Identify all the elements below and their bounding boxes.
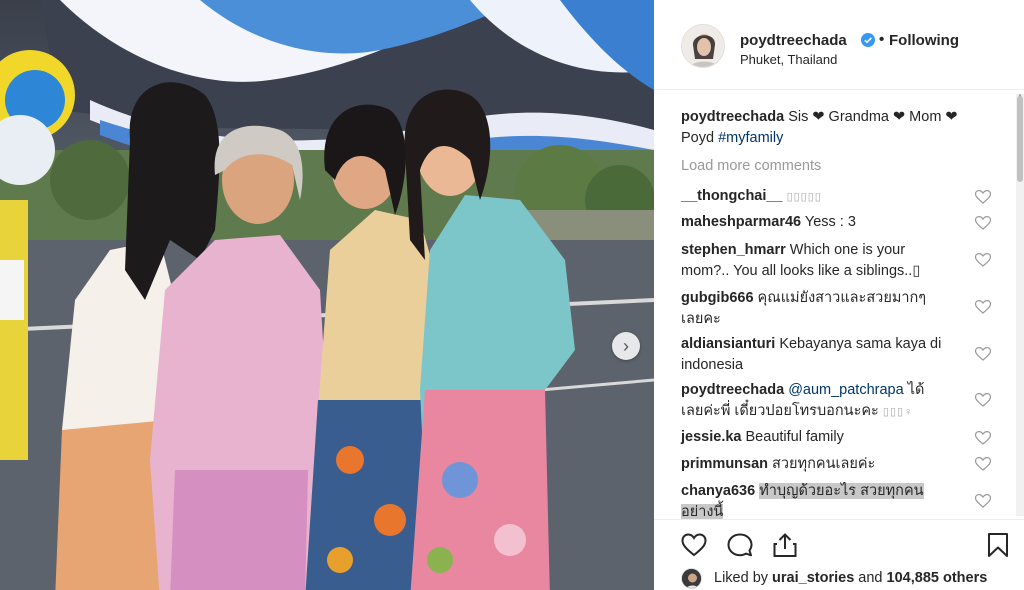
comment-username[interactable]: primmunsan xyxy=(681,456,768,472)
likes-text: Liked by urai_stories and 104,885 others xyxy=(714,570,987,586)
comment-like-heart-icon[interactable] xyxy=(975,190,991,204)
comment-like-heart-icon[interactable] xyxy=(975,216,991,230)
post-header: poydtreechada • Following Phuket, Thaila… xyxy=(654,0,1024,90)
comment-text-line2-selected: อย่างนี้ xyxy=(681,504,724,520)
likes-summary: Liked by urai_stories and 104,885 others xyxy=(681,568,1016,590)
comment-text: Which one is your xyxy=(789,242,906,258)
comment-like-heart-icon[interactable] xyxy=(975,300,991,314)
likes-and: and xyxy=(858,570,883,586)
post-author-username[interactable]: poydtreechada xyxy=(740,32,847,49)
post-photo[interactable]: › xyxy=(0,0,654,590)
separator-dot: • xyxy=(879,31,885,48)
comment-text: Beautiful family xyxy=(745,429,844,445)
comment-text-line2: indonesia xyxy=(681,357,744,373)
comment-text-line2: mom?.. You all looks like a siblings..▯ xyxy=(681,263,921,279)
load-more-comments-button[interactable]: Load more comments xyxy=(681,158,821,174)
liker-username[interactable]: urai_stories xyxy=(772,570,854,586)
caption-hashtag[interactable]: #myfamily xyxy=(718,130,783,146)
caption-username[interactable]: poydtreechada xyxy=(681,109,784,125)
comment-item: poydtreechada @aum_patchrapa ได้ เลยค่ะพ… xyxy=(681,380,981,423)
comment-username[interactable]: jessie.ka xyxy=(681,429,741,445)
post-caption: poydtreechada Sis ❤ Grandma ❤ Mom ❤ Poyd… xyxy=(681,107,981,149)
comment-like-heart-icon[interactable] xyxy=(975,494,991,508)
comment-username[interactable]: poydtreechada xyxy=(681,382,784,398)
comment-emoji-glyphs: ▯▯▯♀ xyxy=(882,406,914,418)
comment-icon[interactable] xyxy=(727,532,753,558)
comment-item: stephen_hmarr Which one is your mom?.. Y… xyxy=(681,240,981,282)
comment-like-heart-icon[interactable] xyxy=(975,393,991,407)
comment-text: สวยทุกคนเลยค่ะ xyxy=(772,456,876,472)
action-bar xyxy=(654,519,1024,567)
caption-text-line2: Poyd xyxy=(681,130,715,146)
comment-like-heart-icon[interactable] xyxy=(975,431,991,445)
comment-text-line2: เลยค่ะพี่ เดี๋ยวปอยโทรบอกนะคะ xyxy=(681,403,879,419)
comment-username[interactable]: aldiansianturi xyxy=(681,336,775,352)
share-icon[interactable] xyxy=(772,532,798,558)
comment-like-heart-icon[interactable] xyxy=(975,253,991,267)
profile-avatar[interactable] xyxy=(681,24,725,68)
comment-text-line2: เลยคะ xyxy=(681,311,721,327)
liker-avatar[interactable] xyxy=(681,568,702,589)
comment-item: jessie.ka Beautiful family xyxy=(681,427,981,448)
verified-badge-icon xyxy=(861,33,875,47)
comment-text: ได้ xyxy=(907,382,925,398)
post-location[interactable]: Phuket, Thailand xyxy=(740,52,837,67)
comment-text: Kebayanya sama kaya di xyxy=(779,336,942,352)
comment-username[interactable]: chanya636 xyxy=(681,483,755,499)
comment-username[interactable]: maheshparmar46 xyxy=(681,214,801,230)
family-photo-illustration xyxy=(0,0,654,590)
comment-text: คุณแม่ยังสาวและสวยมากๆ xyxy=(757,290,927,306)
following-button[interactable]: Following xyxy=(889,32,959,49)
comment-item: __thongchai__ ▯▯▯▯▯ xyxy=(681,186,981,208)
comment-like-heart-icon[interactable] xyxy=(975,347,991,361)
heart-icon[interactable] xyxy=(681,532,707,558)
bookmark-icon[interactable] xyxy=(985,532,1011,558)
comment-item: gubgib666 คุณแม่ยังสาวและสวยมากๆ เลยคะ xyxy=(681,288,981,330)
comment-mention[interactable]: @aum_patchrapa xyxy=(788,382,903,398)
next-photo-button[interactable]: › xyxy=(612,332,640,360)
caption-text: Sis ❤ Grandma ❤ Mom ❤ xyxy=(788,109,958,125)
likes-count[interactable]: 104,885 others xyxy=(887,570,988,586)
liker-avatar-image xyxy=(682,569,701,588)
comment-username[interactable]: gubgib666 xyxy=(681,290,754,306)
post-side-panel: poydtreechada • Following Phuket, Thaila… xyxy=(654,0,1024,590)
comment-item: primmunsan สวยทุกคนเลยค่ะ xyxy=(681,454,981,475)
comment-item: maheshparmar46 Yess : 3 xyxy=(681,212,981,233)
likes-prefix: Liked by xyxy=(714,570,769,586)
comment-item: aldiansianturi Kebayanya sama kaya di in… xyxy=(681,334,981,376)
comment-item: chanya636 ทำบุญด้วยอะไร สวยทุกคน อย่างนี… xyxy=(681,481,981,523)
comment-text: Yess : 3 xyxy=(804,214,856,230)
instagram-post-view: › poydtreechada • Following Phuket, Thai… xyxy=(0,0,1024,590)
avatar-image xyxy=(682,25,724,67)
chevron-right-icon: › xyxy=(623,335,629,356)
comment-text: ▯▯▯▯▯ xyxy=(786,191,822,203)
comment-like-heart-icon[interactable] xyxy=(975,457,991,471)
scrollbar-thumb[interactable] xyxy=(1017,96,1023,182)
comment-username[interactable]: __thongchai__ xyxy=(681,188,783,204)
comment-username[interactable]: stephen_hmarr xyxy=(681,242,786,258)
comment-text-selected: ทำบุญด้วยอะไร สวยทุกคน xyxy=(759,483,924,499)
comments-scrollbar[interactable]: ▲ xyxy=(1016,93,1024,516)
